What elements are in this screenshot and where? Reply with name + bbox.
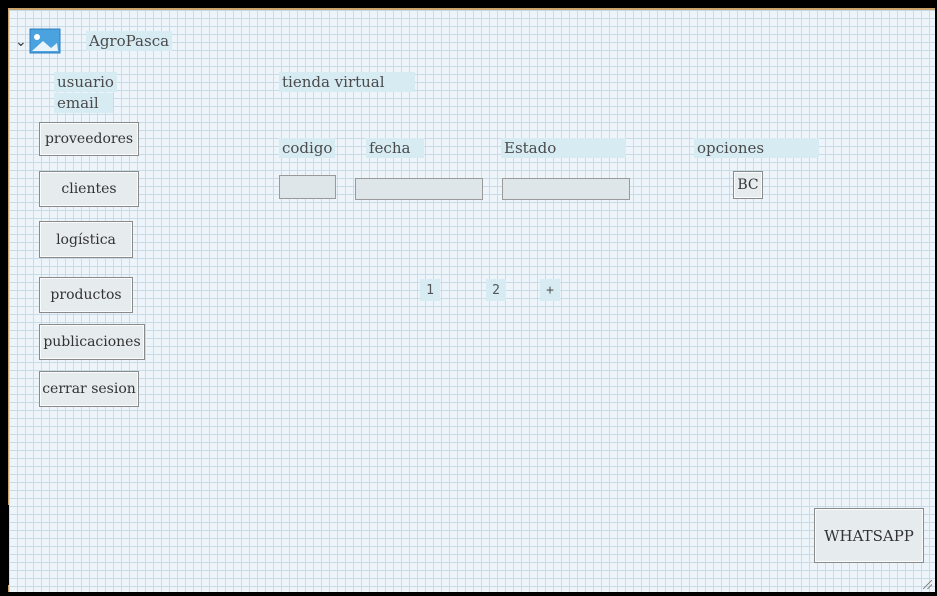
column-header-estado: Estado — [501, 138, 627, 158]
email-label: email — [54, 93, 113, 113]
page-2-button[interactable]: 2 — [486, 279, 506, 301]
column-header-codigo: codigo — [279, 138, 336, 158]
usuario-label: usuario — [54, 72, 117, 92]
app-title: AgroPasca — [86, 31, 173, 51]
sidebar-item-clientes[interactable]: clientes — [39, 171, 139, 207]
resize-handle[interactable] — [923, 580, 932, 589]
page-1-button[interactable]: 1 — [420, 279, 440, 301]
bc-button[interactable]: BC — [733, 171, 763, 199]
sidebar-item-cerrar-sesion[interactable]: cerrar sesion — [39, 371, 139, 407]
left-edge-bar — [0, 505, 9, 585]
sidebar-item-logistica[interactable]: logística — [39, 221, 133, 258]
codigo-field[interactable] — [279, 175, 336, 199]
estado-field[interactable] — [502, 178, 630, 200]
page-next-button[interactable]: + — [540, 279, 560, 301]
chevron-down-icon[interactable]: ⌄ — [15, 34, 27, 50]
column-header-opciones: opciones — [694, 138, 820, 158]
sidebar-item-publicaciones[interactable]: publicaciones — [39, 324, 145, 360]
app-window: ⌄ AgroPasca usuario email proveedores cl… — [8, 8, 935, 592]
page-title: tienda virtual — [279, 72, 415, 92]
sidebar-item-proveedores[interactable]: proveedores — [39, 122, 139, 156]
sidebar-item-productos[interactable]: productos — [39, 277, 133, 313]
whatsapp-button[interactable]: WHATSAPP — [814, 508, 924, 563]
image-icon — [29, 28, 61, 54]
fecha-field[interactable] — [355, 178, 483, 200]
column-header-fecha: fecha — [366, 138, 425, 158]
